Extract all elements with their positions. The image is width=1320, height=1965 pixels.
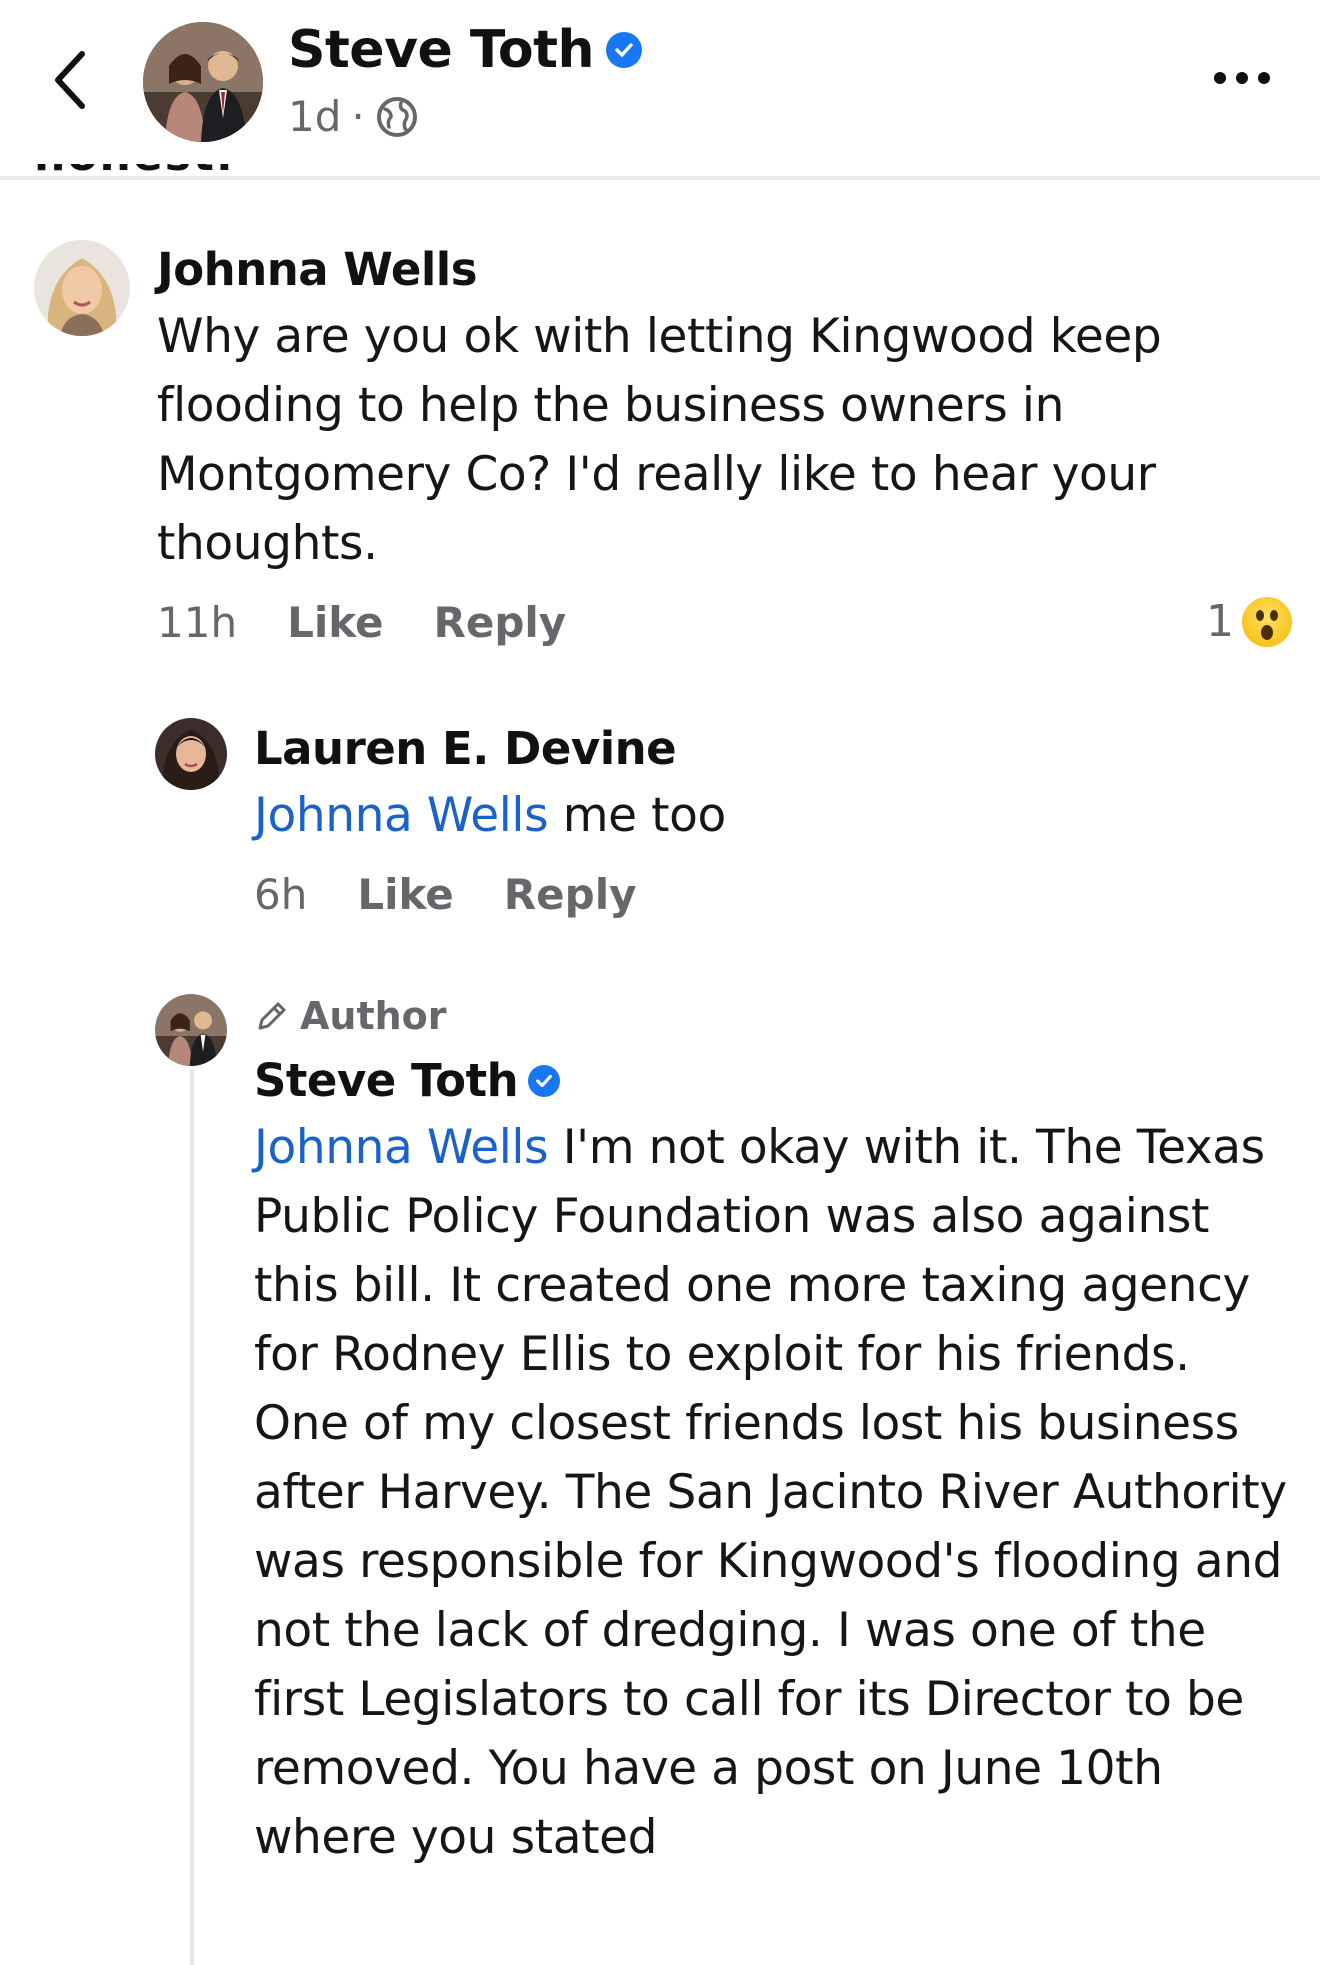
header-divider bbox=[0, 176, 1320, 180]
like-button[interactable]: Like bbox=[357, 870, 453, 919]
mention-link[interactable]: Johnna Wells bbox=[254, 1120, 549, 1175]
reaction-summary[interactable]: 1 bbox=[1206, 596, 1292, 647]
reaction-count: 1 bbox=[1206, 596, 1234, 647]
comment-body: I'm not okay with it. The Texas Public P… bbox=[254, 1120, 1287, 1865]
post-meta: 1d · bbox=[288, 92, 419, 141]
commenter-name[interactable]: Johnna Wells bbox=[157, 243, 478, 296]
globe-icon bbox=[376, 96, 417, 137]
reply-button[interactable]: Reply bbox=[434, 598, 567, 647]
comment-text: Why are you ok with letting Kingwood kee… bbox=[157, 309, 1162, 571]
post-time: 1d bbox=[288, 92, 342, 141]
commenter-name[interactable]: Steve Toth bbox=[254, 1054, 561, 1107]
author-name-label: Steve Toth bbox=[288, 20, 595, 80]
more-options-button[interactable] bbox=[1202, 58, 1282, 98]
avatar[interactable] bbox=[143, 22, 263, 142]
like-button[interactable]: Like bbox=[287, 598, 383, 647]
reply-button[interactable]: Reply bbox=[504, 870, 637, 919]
pencil-icon bbox=[258, 1002, 286, 1030]
comment-time: 6h bbox=[254, 870, 308, 919]
avatar[interactable] bbox=[155, 718, 227, 790]
post-header: Steve Toth 1d · bbox=[0, 0, 1320, 176]
comment-actions: 6h Like Reply bbox=[254, 870, 686, 919]
comment-time: 11h bbox=[157, 598, 238, 647]
avatar[interactable] bbox=[155, 994, 227, 1066]
chevron-left-icon bbox=[55, 51, 85, 109]
back-button[interactable] bbox=[40, 40, 100, 120]
verified-badge-icon bbox=[606, 32, 643, 68]
wow-reaction-icon bbox=[1242, 596, 1292, 647]
comment-actions: 11h Like Reply bbox=[157, 598, 616, 647]
mention-link[interactable]: Johnna Wells bbox=[254, 788, 549, 843]
verified-badge-icon bbox=[528, 1064, 561, 1097]
comment-body: me too bbox=[548, 788, 727, 843]
commenter-name[interactable]: Lauren E. Devine bbox=[254, 722, 677, 775]
meta-separator: · bbox=[351, 92, 365, 141]
author-name[interactable]: Steve Toth bbox=[288, 20, 643, 80]
comment-text: Johnna Wells me too bbox=[254, 781, 1274, 850]
avatar[interactable] bbox=[34, 240, 130, 336]
author-badge-label: Author bbox=[300, 994, 447, 1038]
thread-line bbox=[190, 1070, 194, 1965]
comment-text: Johnna Wells I'm not okay with it. The T… bbox=[254, 1113, 1294, 1872]
more-horizontal-icon bbox=[1214, 72, 1270, 84]
author-badge: Author bbox=[254, 994, 447, 1038]
